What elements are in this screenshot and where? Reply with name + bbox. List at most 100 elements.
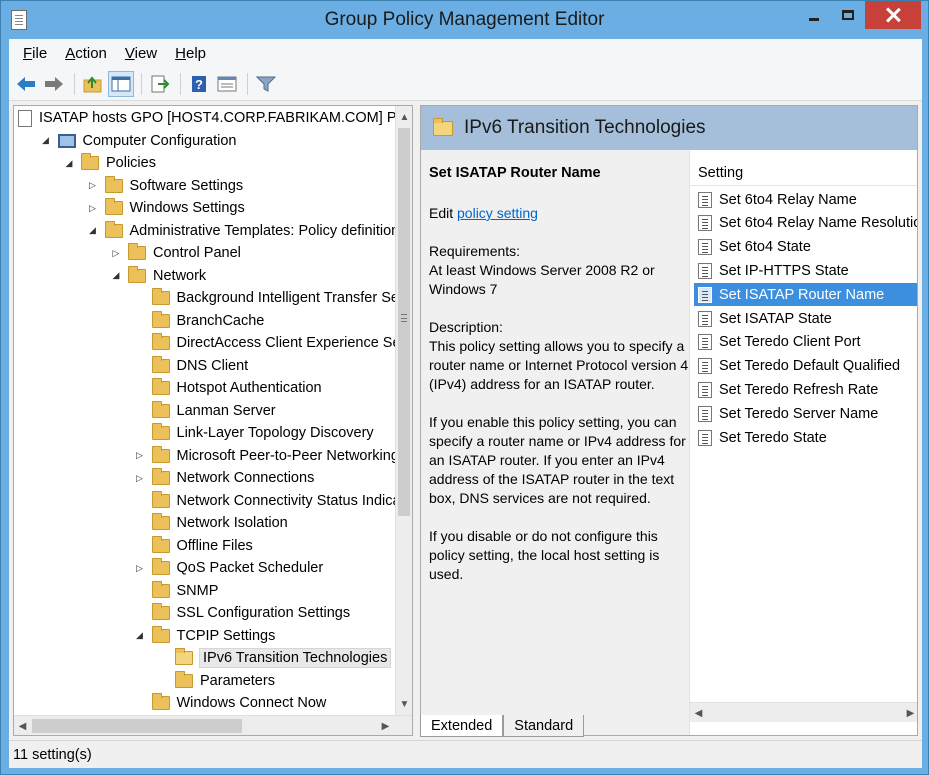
menu-file-label: ile xyxy=(32,44,48,62)
properties-button[interactable] xyxy=(214,71,240,97)
tree-item[interactable]: Parameters xyxy=(157,670,275,692)
setting-row[interactable]: Set 6to4 Relay Name Resolution Interval xyxy=(694,212,917,235)
tree-item[interactable]: ◢ Computer Configuration xyxy=(40,130,236,152)
export-list-button[interactable] xyxy=(147,71,173,97)
tree-item[interactable]: IPv6 Transition Technologies xyxy=(157,647,392,669)
folder-icon xyxy=(128,265,146,283)
setting-label: Set Teredo Refresh Rate xyxy=(719,381,879,398)
expand-arrow-icon[interactable]: ▷ xyxy=(110,247,122,259)
scroll-left-arrow-icon[interactable]: ◀ xyxy=(690,704,707,722)
close-button[interactable] xyxy=(865,1,921,29)
tree-horizontal-scroll-thumb[interactable] xyxy=(32,719,242,733)
setting-row[interactable]: Set 6to4 State xyxy=(694,236,917,259)
collapse-arrow-icon[interactable]: ◢ xyxy=(134,630,146,642)
expand-arrow-icon[interactable]: ▷ xyxy=(134,472,146,484)
tree-item[interactable]: ◢ Network xyxy=(110,265,206,287)
tree-item[interactable]: Background Intelligent Transfer Service … xyxy=(134,287,412,309)
expand-arrow-icon[interactable]: ▷ xyxy=(87,202,99,214)
tree-item[interactable]: SNMP xyxy=(134,580,218,602)
column-header-setting[interactable]: Setting xyxy=(690,160,917,186)
tree-item[interactable]: SSL Configuration Settings xyxy=(134,602,350,624)
menu-action[interactable]: Action xyxy=(56,45,116,62)
expand-arrow-icon[interactable]: ▷ xyxy=(134,450,146,462)
tab-extended[interactable]: Extended xyxy=(420,715,504,737)
tree-item[interactable]: ◢ TCPIP Settings xyxy=(134,625,275,647)
tree-item[interactable]: ▷ Microsoft Peer-to-Peer Networking Servi… xyxy=(134,445,412,467)
tree-item[interactable]: DirectAccess Client Experience Settings xyxy=(134,332,413,354)
settings-list[interactable]: Setting Set 6to4 Relay Name Set 6to4 Rela… xyxy=(689,150,917,735)
tree-item[interactable]: ▷ Network Connections xyxy=(134,467,315,489)
tree-item[interactable]: ▷ Software Settings xyxy=(87,175,243,197)
forward-button[interactable] xyxy=(41,71,67,97)
scroll-right-arrow-icon[interactable]: ▶ xyxy=(377,717,394,735)
help-button[interactable]: ? xyxy=(186,71,212,97)
tree-item[interactable]: ▷ QoS Packet Scheduler xyxy=(134,557,324,579)
title-bar[interactable]: Group Policy Management Editor xyxy=(1,1,928,39)
setting-row[interactable]: Set Teredo Client Port xyxy=(694,331,917,354)
tree-item[interactable]: Lanman Server xyxy=(134,400,276,422)
tree-item[interactable]: Link-Layer Topology Discovery xyxy=(134,422,374,444)
menu-view[interactable]: View xyxy=(116,45,166,62)
menu-file[interactable]: File xyxy=(14,45,56,62)
folder-icon xyxy=(151,288,170,305)
expand-arrow-icon[interactable]: ▷ xyxy=(134,562,146,574)
tree-horizontal-scrollbar[interactable]: ◀ ▶ xyxy=(14,715,412,735)
setting-row[interactable]: Set Teredo Server Name xyxy=(694,402,917,425)
folder-icon xyxy=(175,648,193,665)
setting-row[interactable]: Set IP-HTTPS State xyxy=(694,259,917,282)
up-one-level-button[interactable] xyxy=(80,71,106,97)
tree-vertical-scrollbar[interactable]: ▲ ▼ xyxy=(395,106,412,715)
scroll-down-arrow-icon[interactable]: ▼ xyxy=(396,695,412,713)
setting-row[interactable]: Set 6to4 Relay Name xyxy=(694,188,917,211)
menu-help[interactable]: Help xyxy=(166,45,215,62)
tree-item-label: Network Connections xyxy=(176,470,315,486)
tab-standard[interactable]: Standard xyxy=(503,715,585,737)
show-hide-console-tree-button[interactable] xyxy=(108,70,134,97)
tree-item[interactable]: ◢ Policies xyxy=(63,152,156,174)
tree-item[interactable]: BranchCache xyxy=(134,310,264,332)
scroll-up-arrow-icon[interactable]: ▲ xyxy=(396,108,412,126)
collapse-arrow-icon[interactable]: ◢ xyxy=(40,135,52,147)
collapse-arrow-icon[interactable]: ◢ xyxy=(87,225,99,237)
minimize-button[interactable] xyxy=(797,1,831,29)
setting-row[interactable]: Set Teredo Default Qualified xyxy=(694,355,917,378)
tree-item[interactable]: Windows Connect Now xyxy=(134,692,326,714)
console-tree[interactable]: ISATAP hosts GPO [HOST4.CORP.FABRIKAM.CO… xyxy=(13,105,413,736)
expand-arrow-icon[interactable]: ▷ xyxy=(87,180,99,192)
setting-row[interactable]: Set ISATAP Router Name xyxy=(694,283,917,307)
folder-icon xyxy=(151,580,170,598)
requirements-block: Requirements: At least Windows Server 200… xyxy=(429,242,689,299)
tree-item[interactable]: Network Isolation xyxy=(134,512,288,534)
tree-item[interactable]: Offline Files xyxy=(134,535,253,557)
scroll-left-arrow-icon[interactable]: ◀ xyxy=(14,717,31,735)
edit-prefix: Edit xyxy=(429,205,458,221)
tree-item[interactable]: Network Connectivity Status Indicator xyxy=(134,490,412,512)
collapse-arrow-icon[interactable]: ◢ xyxy=(63,157,75,169)
setting-label: Set IP-HTTPS State xyxy=(719,262,849,279)
folder-icon xyxy=(151,625,170,643)
tree-item[interactable]: ◢ Administrative Templates: Policy defini… xyxy=(87,220,406,242)
tree-item[interactable]: ▷ Control Panel xyxy=(110,242,241,264)
tree-item[interactable]: ▷ Windows Settings xyxy=(87,197,245,219)
filter-button[interactable] xyxy=(253,71,279,97)
back-button[interactable] xyxy=(13,71,39,97)
tree-item[interactable]: DNS Client xyxy=(134,355,248,377)
tree-item-label: QoS Packet Scheduler xyxy=(176,560,324,576)
setting-label: Set Teredo Default Qualified xyxy=(719,358,901,375)
setting-row[interactable]: Set Teredo Refresh Rate xyxy=(694,378,917,401)
scroll-right-arrow-icon[interactable]: ▶ xyxy=(902,704,917,722)
setting-row[interactable]: Set Teredo State xyxy=(694,426,917,449)
tree-vertical-scroll-thumb[interactable] xyxy=(398,128,410,516)
collapse-arrow-icon[interactable]: ◢ xyxy=(110,270,122,282)
list-horizontal-scrollbar[interactable]: ◀ ▶ xyxy=(690,702,917,722)
tree-item[interactable]: ISATAP hosts GPO [HOST4.CORP.FABRIKAM.CO… xyxy=(18,107,412,129)
computer-icon xyxy=(57,133,76,148)
tree-item[interactable]: Hotspot Authentication xyxy=(134,377,322,399)
edit-policy-setting-link[interactable]: policy setting xyxy=(457,205,538,221)
tree-item-label: DirectAccess Client Experience Settings xyxy=(176,335,413,351)
setting-row[interactable]: Set ISATAP State xyxy=(694,307,917,330)
maximize-button[interactable] xyxy=(831,1,865,29)
policy-setting-icon xyxy=(698,262,712,279)
